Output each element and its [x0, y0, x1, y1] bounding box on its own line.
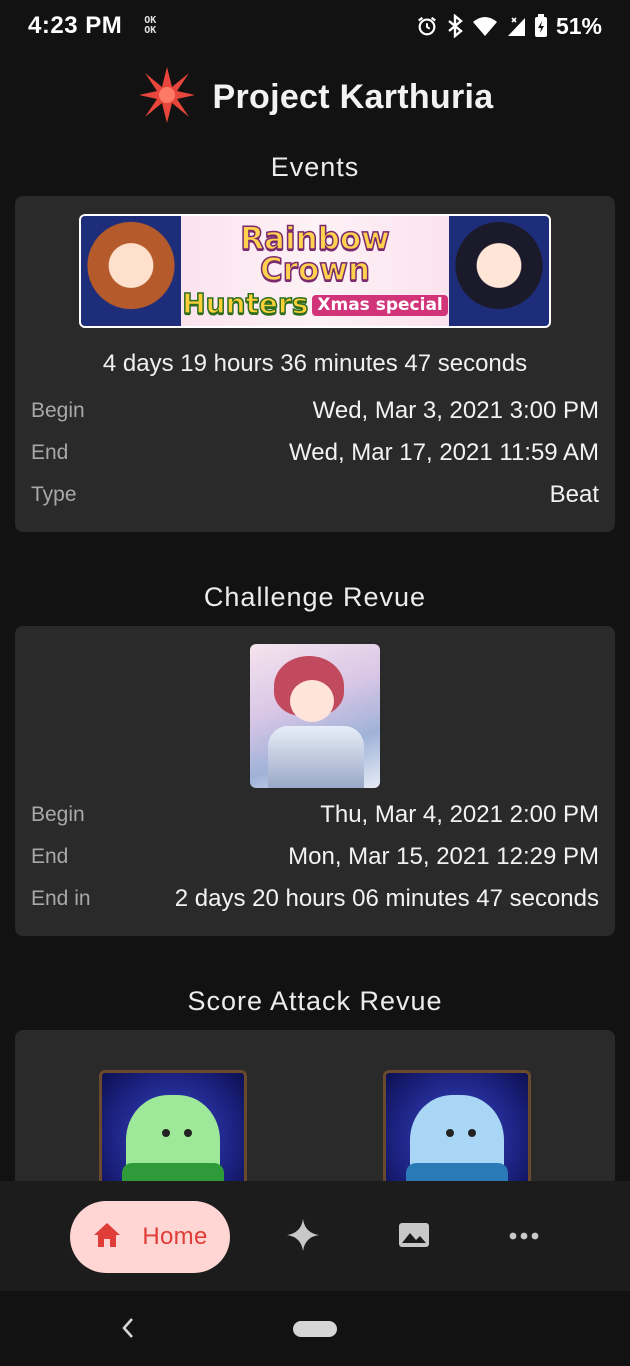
starburst-logo-icon — [137, 65, 197, 130]
event-begin-value: Wed, Mar 3, 2021 3:00 PM — [312, 397, 599, 424]
events-section-title: Events — [270, 152, 360, 182]
challenge-revue-image[interactable] — [250, 644, 380, 788]
challenge-begin-value: Thu, Mar 4, 2021 2:00 PM — [320, 801, 599, 828]
score-attack-card[interactable] — [15, 1030, 615, 1181]
bottom-navigation: Home — [0, 1181, 630, 1291]
image-icon — [398, 1222, 430, 1253]
ok-notification-icon: OK OK — [144, 16, 156, 36]
banner-line1: Rainbow Crown — [239, 221, 390, 288]
score-attack-thumbnail-blue[interactable] — [383, 1070, 531, 1181]
app-screen: 4:23 PM OK OK 51% Project Karthuria Even… — [0, 0, 630, 1366]
banner-character-left — [81, 216, 181, 326]
nav-home-label: Home — [142, 1223, 208, 1250]
mascot-eye — [446, 1129, 454, 1137]
banner-line2: Hunters Xmas special — [181, 287, 449, 320]
challenge-card[interactable]: Begin Thu, Mar 4, 2021 2:00 PM End Mon, … — [15, 626, 615, 936]
event-countdown: 4 days 19 hours 36 minutes 47 seconds — [102, 350, 528, 377]
app-header: Project Karthuria — [0, 66, 630, 128]
nav-sparkle-tab[interactable] — [285, 1218, 321, 1257]
alarm-icon — [416, 15, 438, 37]
nav-gallery-tab[interactable] — [396, 1219, 432, 1255]
event-end-value: Wed, Mar 17, 2021 11:59 AM — [289, 439, 599, 466]
banner-logo: Rainbow Crown Hunters Xmas special — [181, 221, 449, 320]
app-title: Project Karthuria — [212, 77, 494, 116]
bluetooth-icon — [446, 14, 464, 38]
challenge-endin-value: 2 days 20 hours 06 minutes 47 seconds — [174, 885, 599, 912]
challenge-section-title: Challenge Revue — [203, 582, 427, 612]
wifi-icon — [472, 15, 498, 37]
score-attack-section-title: Score Attack Revue — [187, 986, 443, 1016]
score-attack-thumbnail-green[interactable] — [99, 1070, 247, 1181]
sparkle-icon — [286, 1218, 320, 1257]
challenge-end-value: Mon, Mar 15, 2021 12:29 PM — [288, 843, 599, 870]
challenge-endin-label: End in — [31, 887, 91, 910]
character-face — [290, 680, 334, 722]
status-icons: 51% — [416, 13, 602, 40]
challenge-end-label: End — [31, 845, 69, 868]
event-card[interactable]: Rainbow Crown Hunters Xmas special 4 days… — [15, 196, 615, 532]
system-back-icon[interactable] — [118, 1315, 138, 1346]
event-end-label: End — [31, 441, 69, 464]
signal-icon — [506, 15, 526, 37]
character-armor — [268, 726, 364, 788]
event-type-value: Beat — [549, 481, 599, 508]
home-icon — [92, 1221, 122, 1254]
mascot-eye — [184, 1129, 192, 1137]
mascot-scarf — [122, 1163, 224, 1181]
mascot-scarf — [406, 1163, 508, 1181]
status-bar: 4:23 PM OK OK 51% — [0, 0, 630, 52]
nav-more-tab[interactable] — [506, 1219, 542, 1255]
system-home-pill[interactable] — [293, 1321, 337, 1337]
home-content[interactable]: Events Rainbow Crown Hunters Xmas special… — [0, 138, 630, 1181]
event-banner-image[interactable]: Rainbow Crown Hunters Xmas special — [79, 214, 551, 328]
more-icon — [509, 1228, 539, 1246]
challenge-begin-row: Begin Thu, Mar 4, 2021 2:00 PM — [31, 794, 599, 836]
event-type-label: Type — [31, 483, 77, 506]
battery-icon — [534, 14, 548, 38]
system-navigation-bar — [0, 1291, 630, 1366]
status-time: 4:23 PM — [28, 12, 123, 39]
event-begin-row: Begin Wed, Mar 3, 2021 3:00 PM — [31, 390, 599, 432]
event-begin-label: Begin — [31, 399, 85, 422]
ok-bottom-text: OK — [144, 25, 157, 36]
battery-percent: 51% — [555, 12, 602, 39]
event-end-row: End Wed, Mar 17, 2021 11:59 AM — [31, 432, 599, 474]
challenge-end-row: End Mon, Mar 15, 2021 12:29 PM — [31, 836, 599, 878]
mascot-eye — [162, 1129, 170, 1137]
challenge-endin-row: End in 2 days 20 hours 06 minutes 47 sec… — [31, 878, 599, 920]
banner-line2-text: Hunters — [181, 287, 309, 320]
challenge-begin-label: Begin — [31, 803, 85, 826]
nav-home-tab[interactable]: Home — [70, 1201, 230, 1273]
banner-character-right — [449, 216, 549, 326]
banner-tag: Xmas special — [312, 294, 448, 316]
mascot-eye — [468, 1129, 476, 1137]
event-type-row: Type Beat — [31, 474, 599, 516]
